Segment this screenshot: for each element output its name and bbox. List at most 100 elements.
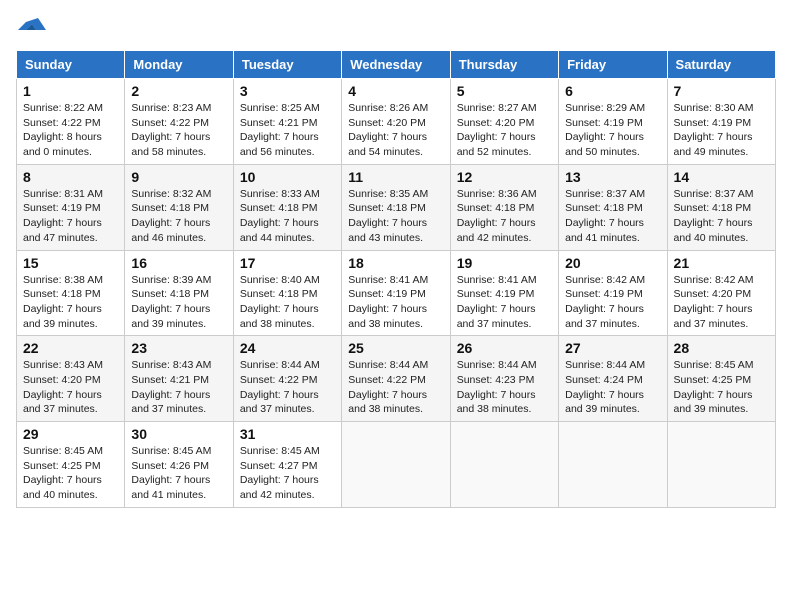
day-number: 1 bbox=[23, 83, 118, 99]
day-number: 25 bbox=[348, 340, 443, 356]
day-number: 18 bbox=[348, 255, 443, 271]
calendar-cell: 14 Sunrise: 8:37 AM Sunset: 4:18 PM Dayl… bbox=[667, 164, 775, 250]
day-info: Sunrise: 8:45 AM Sunset: 4:27 PM Dayligh… bbox=[240, 444, 335, 503]
page-header bbox=[16, 16, 776, 40]
day-number: 5 bbox=[457, 83, 552, 99]
calendar-cell bbox=[342, 422, 450, 508]
day-number: 29 bbox=[23, 426, 118, 442]
day-number: 31 bbox=[240, 426, 335, 442]
weekday-friday: Friday bbox=[559, 51, 667, 79]
calendar-table: SundayMondayTuesdayWednesdayThursdayFrid… bbox=[16, 50, 776, 508]
day-info: Sunrise: 8:36 AM Sunset: 4:18 PM Dayligh… bbox=[457, 187, 552, 246]
calendar-cell: 3 Sunrise: 8:25 AM Sunset: 4:21 PM Dayli… bbox=[233, 79, 341, 165]
day-number: 10 bbox=[240, 169, 335, 185]
weekday-monday: Monday bbox=[125, 51, 233, 79]
day-info: Sunrise: 8:44 AM Sunset: 4:24 PM Dayligh… bbox=[565, 358, 660, 417]
calendar-cell: 6 Sunrise: 8:29 AM Sunset: 4:19 PM Dayli… bbox=[559, 79, 667, 165]
day-number: 4 bbox=[348, 83, 443, 99]
day-info: Sunrise: 8:37 AM Sunset: 4:18 PM Dayligh… bbox=[674, 187, 769, 246]
day-info: Sunrise: 8:29 AM Sunset: 4:19 PM Dayligh… bbox=[565, 101, 660, 160]
calendar-cell: 9 Sunrise: 8:32 AM Sunset: 4:18 PM Dayli… bbox=[125, 164, 233, 250]
day-number: 13 bbox=[565, 169, 660, 185]
day-number: 28 bbox=[674, 340, 769, 356]
calendar-cell: 8 Sunrise: 8:31 AM Sunset: 4:19 PM Dayli… bbox=[17, 164, 125, 250]
calendar-cell: 2 Sunrise: 8:23 AM Sunset: 4:22 PM Dayli… bbox=[125, 79, 233, 165]
calendar-cell: 23 Sunrise: 8:43 AM Sunset: 4:21 PM Dayl… bbox=[125, 336, 233, 422]
calendar-cell: 16 Sunrise: 8:39 AM Sunset: 4:18 PM Dayl… bbox=[125, 250, 233, 336]
logo-bird-icon bbox=[18, 16, 50, 44]
day-info: Sunrise: 8:31 AM Sunset: 4:19 PM Dayligh… bbox=[23, 187, 118, 246]
calendar-cell: 7 Sunrise: 8:30 AM Sunset: 4:19 PM Dayli… bbox=[667, 79, 775, 165]
day-info: Sunrise: 8:45 AM Sunset: 4:25 PM Dayligh… bbox=[23, 444, 118, 503]
calendar-cell: 21 Sunrise: 8:42 AM Sunset: 4:20 PM Dayl… bbox=[667, 250, 775, 336]
calendar-week-5: 29 Sunrise: 8:45 AM Sunset: 4:25 PM Dayl… bbox=[17, 422, 776, 508]
day-info: Sunrise: 8:25 AM Sunset: 4:21 PM Dayligh… bbox=[240, 101, 335, 160]
day-info: Sunrise: 8:23 AM Sunset: 4:22 PM Dayligh… bbox=[131, 101, 226, 160]
day-number: 16 bbox=[131, 255, 226, 271]
calendar-cell: 26 Sunrise: 8:44 AM Sunset: 4:23 PM Dayl… bbox=[450, 336, 558, 422]
calendar-week-1: 1 Sunrise: 8:22 AM Sunset: 4:22 PM Dayli… bbox=[17, 79, 776, 165]
day-number: 6 bbox=[565, 83, 660, 99]
day-info: Sunrise: 8:43 AM Sunset: 4:20 PM Dayligh… bbox=[23, 358, 118, 417]
day-number: 3 bbox=[240, 83, 335, 99]
day-number: 26 bbox=[457, 340, 552, 356]
day-info: Sunrise: 8:42 AM Sunset: 4:20 PM Dayligh… bbox=[674, 273, 769, 332]
day-info: Sunrise: 8:44 AM Sunset: 4:22 PM Dayligh… bbox=[240, 358, 335, 417]
day-info: Sunrise: 8:43 AM Sunset: 4:21 PM Dayligh… bbox=[131, 358, 226, 417]
calendar-cell: 17 Sunrise: 8:40 AM Sunset: 4:18 PM Dayl… bbox=[233, 250, 341, 336]
calendar-cell: 11 Sunrise: 8:35 AM Sunset: 4:18 PM Dayl… bbox=[342, 164, 450, 250]
day-number: 22 bbox=[23, 340, 118, 356]
day-number: 8 bbox=[23, 169, 118, 185]
calendar-cell: 13 Sunrise: 8:37 AM Sunset: 4:18 PM Dayl… bbox=[559, 164, 667, 250]
calendar-cell: 20 Sunrise: 8:42 AM Sunset: 4:19 PM Dayl… bbox=[559, 250, 667, 336]
day-info: Sunrise: 8:33 AM Sunset: 4:18 PM Dayligh… bbox=[240, 187, 335, 246]
calendar-cell: 4 Sunrise: 8:26 AM Sunset: 4:20 PM Dayli… bbox=[342, 79, 450, 165]
calendar-week-2: 8 Sunrise: 8:31 AM Sunset: 4:19 PM Dayli… bbox=[17, 164, 776, 250]
calendar-cell bbox=[667, 422, 775, 508]
weekday-thursday: Thursday bbox=[450, 51, 558, 79]
day-number: 19 bbox=[457, 255, 552, 271]
weekday-tuesday: Tuesday bbox=[233, 51, 341, 79]
day-info: Sunrise: 8:30 AM Sunset: 4:19 PM Dayligh… bbox=[674, 101, 769, 160]
day-number: 20 bbox=[565, 255, 660, 271]
day-info: Sunrise: 8:39 AM Sunset: 4:18 PM Dayligh… bbox=[131, 273, 226, 332]
day-info: Sunrise: 8:42 AM Sunset: 4:19 PM Dayligh… bbox=[565, 273, 660, 332]
day-info: Sunrise: 8:22 AM Sunset: 4:22 PM Dayligh… bbox=[23, 101, 118, 160]
calendar-cell: 18 Sunrise: 8:41 AM Sunset: 4:19 PM Dayl… bbox=[342, 250, 450, 336]
day-number: 30 bbox=[131, 426, 226, 442]
day-number: 24 bbox=[240, 340, 335, 356]
weekday-saturday: Saturday bbox=[667, 51, 775, 79]
day-number: 2 bbox=[131, 83, 226, 99]
calendar-cell: 24 Sunrise: 8:44 AM Sunset: 4:22 PM Dayl… bbox=[233, 336, 341, 422]
day-number: 21 bbox=[674, 255, 769, 271]
calendar-cell: 19 Sunrise: 8:41 AM Sunset: 4:19 PM Dayl… bbox=[450, 250, 558, 336]
day-info: Sunrise: 8:26 AM Sunset: 4:20 PM Dayligh… bbox=[348, 101, 443, 160]
day-info: Sunrise: 8:37 AM Sunset: 4:18 PM Dayligh… bbox=[565, 187, 660, 246]
day-info: Sunrise: 8:41 AM Sunset: 4:19 PM Dayligh… bbox=[348, 273, 443, 332]
weekday-header-row: SundayMondayTuesdayWednesdayThursdayFrid… bbox=[17, 51, 776, 79]
logo bbox=[16, 16, 50, 40]
day-number: 7 bbox=[674, 83, 769, 99]
calendar-cell bbox=[450, 422, 558, 508]
calendar-cell: 5 Sunrise: 8:27 AM Sunset: 4:20 PM Dayli… bbox=[450, 79, 558, 165]
day-info: Sunrise: 8:44 AM Sunset: 4:23 PM Dayligh… bbox=[457, 358, 552, 417]
day-number: 12 bbox=[457, 169, 552, 185]
calendar-cell: 1 Sunrise: 8:22 AM Sunset: 4:22 PM Dayli… bbox=[17, 79, 125, 165]
day-number: 27 bbox=[565, 340, 660, 356]
day-number: 11 bbox=[348, 169, 443, 185]
day-number: 15 bbox=[23, 255, 118, 271]
calendar-cell bbox=[559, 422, 667, 508]
calendar-cell: 29 Sunrise: 8:45 AM Sunset: 4:25 PM Dayl… bbox=[17, 422, 125, 508]
calendar-cell: 25 Sunrise: 8:44 AM Sunset: 4:22 PM Dayl… bbox=[342, 336, 450, 422]
day-info: Sunrise: 8:45 AM Sunset: 4:26 PM Dayligh… bbox=[131, 444, 226, 503]
weekday-wednesday: Wednesday bbox=[342, 51, 450, 79]
day-number: 23 bbox=[131, 340, 226, 356]
calendar-cell: 27 Sunrise: 8:44 AM Sunset: 4:24 PM Dayl… bbox=[559, 336, 667, 422]
day-info: Sunrise: 8:44 AM Sunset: 4:22 PM Dayligh… bbox=[348, 358, 443, 417]
calendar-cell: 15 Sunrise: 8:38 AM Sunset: 4:18 PM Dayl… bbox=[17, 250, 125, 336]
calendar-cell: 10 Sunrise: 8:33 AM Sunset: 4:18 PM Dayl… bbox=[233, 164, 341, 250]
calendar-cell: 12 Sunrise: 8:36 AM Sunset: 4:18 PM Dayl… bbox=[450, 164, 558, 250]
day-info: Sunrise: 8:32 AM Sunset: 4:18 PM Dayligh… bbox=[131, 187, 226, 246]
calendar-cell: 30 Sunrise: 8:45 AM Sunset: 4:26 PM Dayl… bbox=[125, 422, 233, 508]
calendar-week-3: 15 Sunrise: 8:38 AM Sunset: 4:18 PM Dayl… bbox=[17, 250, 776, 336]
